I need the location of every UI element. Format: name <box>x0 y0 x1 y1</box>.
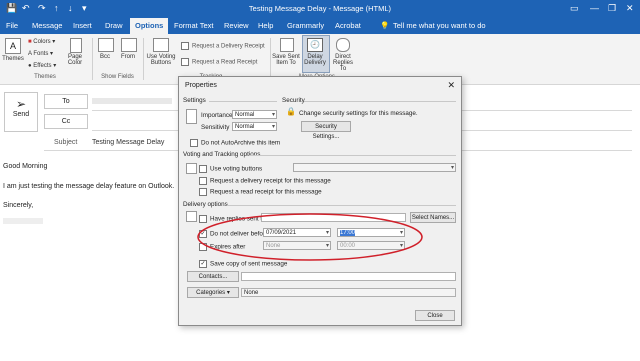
annotation-ellipse <box>197 213 423 261</box>
highlight-ellipse <box>197 213 423 261</box>
